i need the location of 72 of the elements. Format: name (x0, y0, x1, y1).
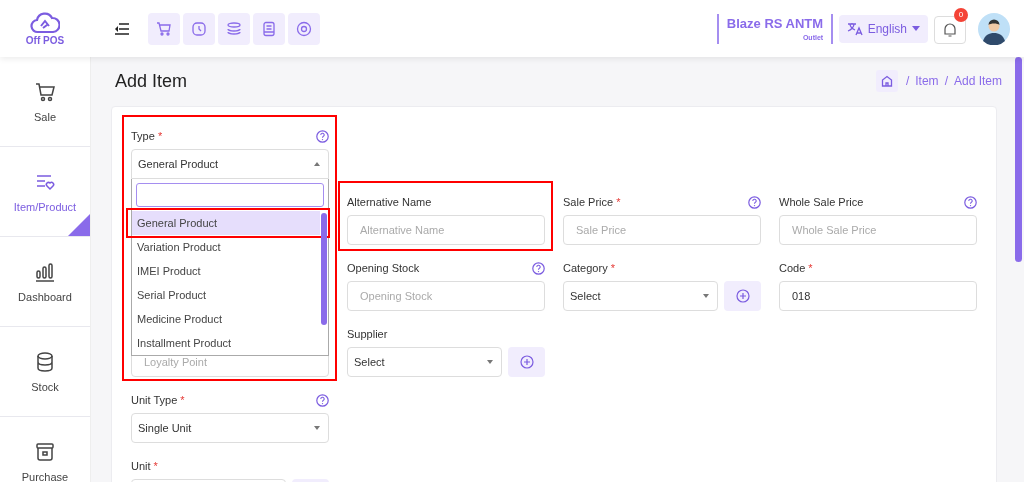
quick-action-button[interactable] (253, 12, 285, 45)
add-button[interactable] (508, 347, 545, 377)
field-label: Category * (563, 262, 615, 274)
cloud-logo-icon (30, 11, 60, 34)
notification-button[interactable] (934, 15, 966, 44)
sidebar-item[interactable]: Dashboard (0, 237, 90, 327)
help-icon[interactable] (316, 393, 329, 407)
stack-icon (226, 20, 242, 37)
search-field[interactable] (136, 183, 324, 207)
field-label: Opening Stock (347, 262, 420, 274)
field-label: Unit * (131, 460, 158, 472)
home-icon (880, 75, 893, 87)
bar-chart-icon (34, 260, 56, 283)
add-button[interactable] (724, 281, 761, 311)
database-icon (34, 350, 56, 373)
field-label: Whole Sale Price (779, 196, 864, 208)
input-field[interactable]: Opening Stock (347, 281, 545, 311)
sidebar-item[interactable]: Purchase (0, 417, 90, 482)
scrollbar[interactable] (1015, 57, 1022, 262)
caret-icon (912, 26, 920, 31)
quick-action-button[interactable] (218, 12, 250, 45)
quick-action-button[interactable] (288, 12, 320, 45)
receipt-icon (261, 20, 277, 37)
translate-icon (846, 21, 863, 36)
dropdown-option[interactable]: Serial Product (132, 283, 320, 307)
bell-icon (942, 21, 958, 38)
dropdown-option[interactable]: IMEI Product (132, 259, 320, 283)
field-label: Sale Price * (563, 196, 621, 208)
plus-circle-icon (519, 355, 534, 369)
field-label: Supplier (347, 328, 388, 340)
input-field[interactable]: Alternative Name (347, 215, 545, 245)
cart-icon (156, 20, 172, 37)
archive-box-icon (34, 440, 56, 463)
dropdown-option[interactable]: Medicine Product (132, 307, 320, 331)
cart-icon (34, 80, 56, 103)
breadcrumb-link[interactable]: Item (915, 74, 939, 88)
collapse-menu-icon[interactable] (114, 22, 130, 35)
target-icon (296, 20, 312, 37)
help-icon[interactable] (532, 261, 545, 275)
select-field[interactable]: Select (347, 347, 502, 377)
quick-action-button[interactable] (183, 12, 215, 45)
help-icon[interactable] (964, 195, 977, 209)
logo-text: Off POS (25, 34, 65, 46)
outlet-name: Blaze RS ANTM (726, 16, 824, 31)
breadcrumb-separator: / (944, 74, 948, 88)
input-field[interactable]: Sale Price (563, 215, 761, 245)
home-button[interactable] (875, 70, 898, 92)
field-label: Unit Type * (131, 394, 185, 406)
sidebar-item[interactable]: Sale (0, 57, 90, 147)
dropdown-option[interactable]: Variation Product (132, 235, 320, 259)
input-field[interactable]: 018 (779, 281, 977, 311)
help-icon[interactable] (748, 195, 761, 209)
field-label: Code * (779, 262, 813, 274)
plus-circle-icon (735, 289, 750, 303)
clock-icon (191, 20, 207, 37)
input-field[interactable]: Whole Sale Price (779, 215, 977, 245)
field-label: Alternative Name (347, 196, 432, 208)
page-title: Add Item (115, 70, 188, 92)
language-button[interactable]: English (838, 14, 928, 43)
breadcrumb-separator: / (905, 74, 910, 88)
select-field[interactable]: Single Unit (131, 413, 329, 443)
help-icon[interactable] (316, 129, 329, 143)
sidebar-item[interactable]: Stock (0, 327, 90, 417)
field-label: Type * (131, 130, 163, 142)
select-field[interactable]: Select (563, 281, 718, 311)
dropdown-option[interactable]: General Product (132, 211, 320, 235)
notification-badge: 0 (954, 7, 968, 22)
avatar-icon[interactable] (978, 12, 1010, 45)
select-field[interactable]: General Product (131, 149, 329, 179)
quick-action-button[interactable] (148, 12, 180, 45)
scrollbar[interactable] (321, 213, 327, 325)
breadcrumb-link[interactable]: Add Item (953, 74, 1002, 88)
